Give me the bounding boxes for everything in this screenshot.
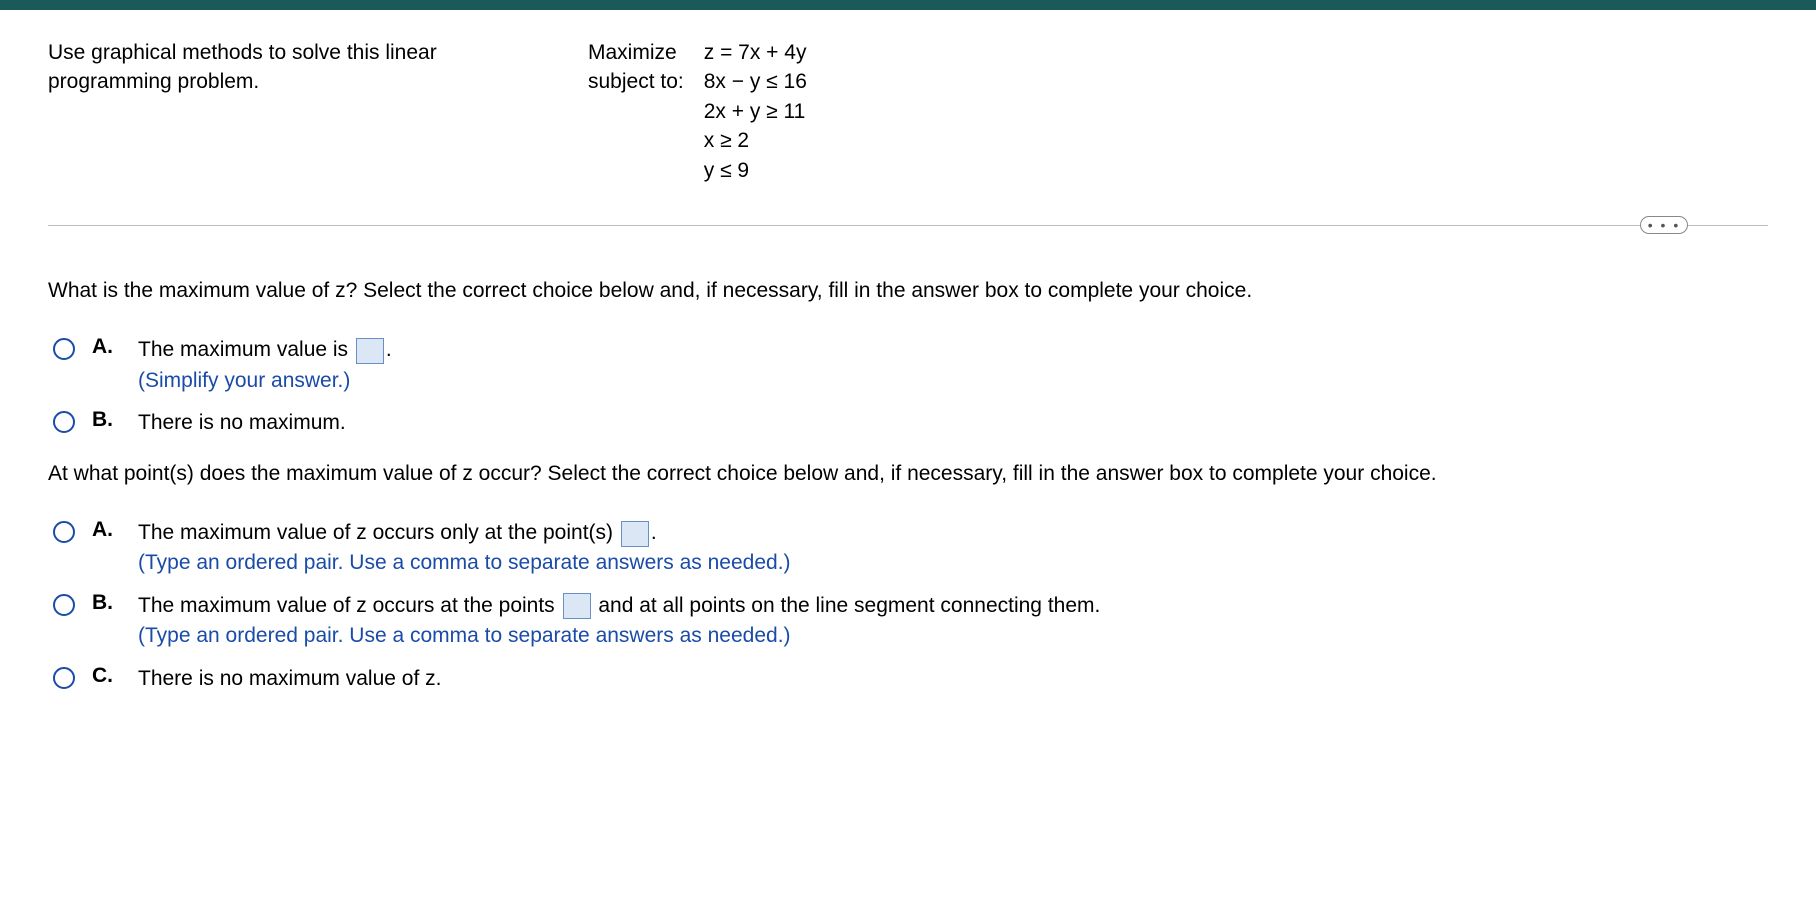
- q2-a-body: The maximum value of z occurs only at th…: [138, 518, 791, 579]
- q2-a-hint: (Type an ordered pair. Use a comma to se…: [138, 548, 791, 578]
- q1-a-body: The maximum value is . (Simplify your an…: [138, 335, 392, 396]
- q2-radio-c[interactable]: [53, 667, 75, 689]
- q2-b-hint: (Type an ordered pair. Use a comma to se…: [138, 621, 1100, 651]
- q1-prompt: What is the maximum value of z? Select t…: [48, 276, 1768, 305]
- q1-a-input[interactable]: [356, 338, 384, 364]
- page-content: Use graphical methods to solve this line…: [0, 10, 1816, 726]
- q2-a-pre: The maximum value of z occurs only at th…: [138, 521, 619, 544]
- q2-a-letter: A.: [92, 518, 118, 542]
- constraint-1: 8x − y ≤ 16: [704, 67, 807, 96]
- lp-labels: Maximize subject to:: [588, 38, 684, 185]
- constraint-2: 2x + y ≥ 11: [704, 97, 807, 126]
- q2-b-pre: The maximum value of z occurs at the poi…: [138, 594, 561, 617]
- q2-c-letter: C.: [92, 664, 118, 688]
- q2-choice-c: C. There is no maximum value of z.: [48, 664, 1768, 694]
- q1-choice-b: B. There is no maximum.: [48, 408, 1768, 438]
- section-divider: • • •: [48, 225, 1768, 226]
- q2-c-body: There is no maximum value of z.: [138, 664, 441, 694]
- q1-a-hint: (Simplify your answer.): [138, 366, 392, 396]
- q1-radio-a[interactable]: [53, 338, 75, 360]
- divider-line: [48, 225, 1768, 226]
- q2-b-input[interactable]: [563, 593, 591, 619]
- q2-choice-b: B. The maximum value of z occurs at the …: [48, 591, 1768, 652]
- instruction-text: Use graphical methods to solve this line…: [48, 38, 528, 185]
- q1-radio-b[interactable]: [53, 411, 75, 433]
- q2-choice-a: A. The maximum value of z occurs only at…: [48, 518, 1768, 579]
- objective-function: z = 7x + 4y: [704, 38, 807, 67]
- problem-statement: Use graphical methods to solve this line…: [48, 38, 1768, 185]
- more-button[interactable]: • • •: [1640, 216, 1688, 234]
- q2-radio-a[interactable]: [53, 521, 75, 543]
- maximize-label: Maximize: [588, 38, 684, 67]
- more-icon: • • •: [1648, 217, 1680, 233]
- q1-a-post: .: [386, 338, 392, 361]
- q2-radio-b[interactable]: [53, 594, 75, 616]
- q1-b-letter: B.: [92, 408, 118, 432]
- constraint-3: x ≥ 2: [704, 126, 807, 155]
- header-bar: [0, 0, 1816, 10]
- subject-to-label: subject to:: [588, 67, 684, 96]
- q2-a-post: .: [651, 521, 657, 544]
- q2-b-body: The maximum value of z occurs at the poi…: [138, 591, 1100, 652]
- q2-prompt: At what point(s) does the maximum value …: [48, 459, 1768, 488]
- q1-a-letter: A.: [92, 335, 118, 359]
- lp-definition: Maximize subject to: z = 7x + 4y 8x − y …: [588, 38, 807, 185]
- q2-a-input[interactable]: [621, 521, 649, 547]
- q2-b-letter: B.: [92, 591, 118, 615]
- q2-b-post: and at all points on the line segment co…: [593, 594, 1101, 617]
- q1-choice-a: A. The maximum value is . (Simplify your…: [48, 335, 1768, 396]
- q1-a-pre: The maximum value is: [138, 338, 354, 361]
- q1-b-body: There is no maximum.: [138, 408, 346, 438]
- lp-lines: z = 7x + 4y 8x − y ≤ 16 2x + y ≥ 11 x ≥ …: [704, 38, 807, 185]
- constraint-4: y ≤ 9: [704, 156, 807, 185]
